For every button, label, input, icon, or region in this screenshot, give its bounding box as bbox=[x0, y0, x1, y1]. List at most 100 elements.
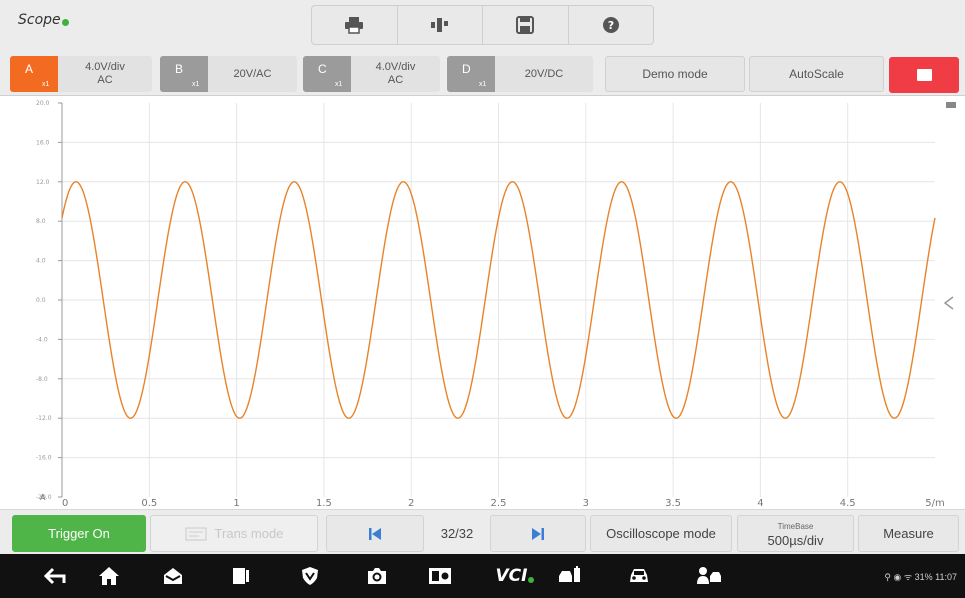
battery-time-text: 31% 11:07 bbox=[914, 572, 957, 582]
skip-back-icon bbox=[369, 527, 381, 540]
skip-forward-icon bbox=[532, 527, 544, 540]
channel-b-letter: B bbox=[175, 62, 184, 76]
control-bar: Trigger On Trans mode 32/32 Oscilloscope… bbox=[0, 509, 965, 554]
channel-d-letter: D bbox=[462, 62, 471, 76]
vci-logo-icon: VCI bbox=[495, 566, 528, 586]
waveform-chart: 20.016.012.08.04.00.0-4.0-8.0-12.0-16.0-… bbox=[36, 100, 956, 509]
trigger-on-button[interactable]: Trigger On bbox=[12, 515, 146, 552]
save-icon bbox=[516, 16, 535, 34]
x-tick-label: 1.5 bbox=[316, 498, 332, 509]
x-tick-label: 0.5 bbox=[141, 498, 157, 509]
x-tick-label: 3.5 bbox=[665, 498, 681, 509]
first-page-button[interactable] bbox=[326, 515, 424, 552]
x-tick-label: 5/m bbox=[925, 498, 944, 509]
channel-b-multiplier: x1 bbox=[192, 81, 200, 88]
wifi-icon: ᯤ bbox=[903, 572, 913, 582]
channel-marker-label: A bbox=[40, 493, 46, 502]
recent-apps-icon bbox=[233, 568, 249, 584]
y-tick-label: 12.0 bbox=[36, 179, 50, 186]
camera-button[interactable] bbox=[362, 564, 392, 588]
back-button[interactable] bbox=[40, 564, 70, 588]
channel-d-scale: 20V/DC bbox=[524, 67, 564, 80]
vci-status-dot-icon bbox=[528, 577, 535, 583]
autoscale-button[interactable]: AutoScale bbox=[749, 56, 884, 92]
home-icon bbox=[99, 567, 119, 585]
x-tick-label: 2.5 bbox=[491, 498, 507, 509]
recent-apps-button[interactable] bbox=[226, 564, 256, 588]
x-tick-label: 2 bbox=[408, 498, 414, 509]
channel-c-coupling: AC bbox=[387, 74, 404, 86]
x-tick-label: 4.5 bbox=[840, 498, 856, 509]
sync-icon: ◉ bbox=[893, 572, 902, 582]
inbox-button[interactable] bbox=[158, 564, 188, 588]
channel-b-tag: Bx1 bbox=[160, 56, 208, 92]
stop-button[interactable] bbox=[889, 57, 959, 93]
trans-mode-button[interactable]: Trans mode bbox=[150, 515, 318, 552]
app-title-text: Scope bbox=[18, 12, 61, 28]
channel-d-button[interactable]: Dx1 20V/DC bbox=[447, 56, 593, 92]
demo-mode-button[interactable]: Demo mode bbox=[605, 56, 745, 92]
channel-b-value: 20V/AC bbox=[208, 56, 297, 92]
save-button[interactable] bbox=[483, 6, 569, 44]
print-button[interactable] bbox=[312, 6, 398, 44]
y-tick-label: 20.0 bbox=[36, 100, 50, 107]
home-button[interactable] bbox=[94, 564, 124, 588]
channel-a-coupling: AC bbox=[97, 74, 113, 86]
system-nav-bar: VCI ⚲ ◉ ᯤ 31% 11:07 bbox=[0, 554, 965, 598]
channel-b-button[interactable]: Bx1 20V/AC bbox=[160, 56, 297, 92]
timebase-button[interactable]: TimeBase 500µs/div bbox=[737, 515, 854, 552]
car-service-button[interactable] bbox=[555, 564, 585, 588]
collapse-panel-chevron-icon[interactable] bbox=[943, 296, 954, 310]
vci-shield-button[interactable] bbox=[295, 564, 325, 588]
signal-button[interactable] bbox=[398, 6, 483, 44]
y-tick-label: -4.0 bbox=[36, 336, 48, 343]
plot-grid bbox=[61, 103, 935, 497]
channel-a-button[interactable]: Ax1 4.0V/div AC bbox=[10, 56, 152, 92]
channel-c-button[interactable]: Cx1 4.0V/div AC bbox=[303, 56, 440, 92]
display-button[interactable] bbox=[425, 564, 455, 588]
timebase-label: TimeBase bbox=[777, 521, 814, 531]
scroll-indicator bbox=[946, 102, 956, 108]
y-tick-label: 16.0 bbox=[36, 139, 50, 146]
car-service-icon bbox=[559, 566, 580, 582]
channel-b-scale: 20V/AC bbox=[233, 67, 272, 80]
measure-button[interactable]: Measure bbox=[858, 515, 959, 552]
help-button[interactable]: ? bbox=[569, 6, 654, 44]
timebase-value: 500µs/div bbox=[767, 532, 824, 548]
channel-c-value: 4.0V/div AC bbox=[351, 56, 440, 92]
trans-mode-icon bbox=[184, 526, 207, 541]
remote-expert-button[interactable] bbox=[694, 564, 724, 588]
channel-a-value: 4.0V/div AC bbox=[58, 56, 152, 92]
x-tick-label: 4 bbox=[757, 498, 763, 509]
y-axis-ticks: 20.016.012.08.04.00.0-4.0-8.0-12.0-16.0-… bbox=[36, 100, 62, 501]
channel-c-tag: Cx1 bbox=[303, 56, 351, 92]
vci-button[interactable]: VCI bbox=[492, 564, 538, 588]
back-icon bbox=[44, 567, 66, 585]
top-bar: Scope ? bbox=[0, 0, 965, 50]
channel-c-multiplier: x1 bbox=[335, 81, 343, 88]
status-area: ⚲ ◉ ᯤ 31% 11:07 bbox=[884, 570, 957, 583]
channel-c-letter: C bbox=[318, 62, 327, 76]
last-page-button[interactable] bbox=[490, 515, 586, 552]
car-button[interactable] bbox=[624, 564, 654, 588]
x-tick-label: 1 bbox=[233, 498, 239, 509]
y-tick-label: 4.0 bbox=[36, 258, 46, 265]
channel-bar: Ax1 4.0V/div AC Bx1 20V/AC Cx1 4.0V/div AC… bbox=[0, 50, 965, 96]
channel-d-tag: Dx1 bbox=[447, 56, 495, 92]
channel-a-scale: 4.0V/div bbox=[85, 61, 125, 73]
location-icon: ⚲ bbox=[884, 572, 891, 582]
page-indicator: 32/32 bbox=[424, 515, 490, 552]
y-tick-label: -8.0 bbox=[36, 376, 48, 383]
inbox-icon bbox=[164, 568, 182, 584]
scope-plot[interactable]: 20.0 16.0 12.0 8.0 4.0 0.0 -4.0 -8.0 -12.0 -16.0-… bbox=[0, 96, 965, 509]
channel-a-letter: A bbox=[25, 62, 34, 76]
help-icon: ? bbox=[602, 17, 619, 33]
remote-expert-icon bbox=[697, 567, 721, 584]
y-tick-label: -12.0 bbox=[36, 415, 52, 422]
x-tick-label: 3 bbox=[583, 498, 589, 509]
oscilloscope-mode-button[interactable]: Oscilloscope mode bbox=[590, 515, 732, 552]
channel-d-multiplier: x1 bbox=[479, 81, 487, 88]
camera-icon bbox=[368, 568, 386, 584]
vci-shield-icon bbox=[302, 567, 318, 585]
status-dot-icon bbox=[61, 19, 69, 26]
